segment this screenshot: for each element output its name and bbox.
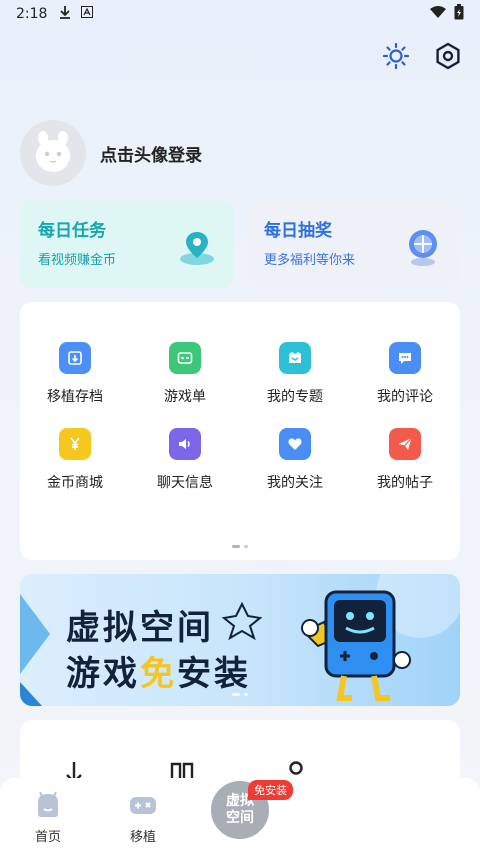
banner-text: 安装 (177, 654, 251, 694)
page-dot-active (232, 693, 240, 696)
battery-icon (454, 4, 464, 24)
profile-section[interactable]: 点击头像登录 (20, 120, 202, 186)
archive-icon (59, 342, 91, 374)
heart-icon (279, 428, 311, 460)
home-icon (38, 791, 58, 817)
page-dot (244, 693, 248, 696)
grid-label: 聊天信息 (157, 475, 213, 491)
grid-label: 我的评论 (377, 389, 433, 405)
grid-item-my-follows[interactable]: 我的关注 (240, 428, 350, 492)
daily-lottery-card[interactable]: 每日抽奖 更多福利等你来 (246, 200, 460, 288)
banner-title-line2: 游戏免安装 (66, 646, 251, 695)
virtual-space-banner[interactable]: 虚拟空间 游戏免安装 (20, 574, 460, 706)
wifi-icon (430, 6, 446, 22)
banner-text: 游戏 (66, 654, 140, 694)
function-grid-card: 移植存档 游戏单 我的专题 我的评论 金币商城 聊天信息 我的关注 我的帖子 (20, 302, 460, 560)
download-icon (59, 5, 71, 23)
grid-item-save-transfer[interactable]: 移植存档 (20, 342, 130, 406)
header-actions (380, 40, 464, 72)
gamepad-icon (130, 797, 156, 814)
a-notification-icon (81, 6, 94, 22)
page-dot-active (232, 545, 240, 548)
grid-label: 我的关注 (267, 475, 323, 491)
avatar-icon (36, 131, 70, 172)
login-prompt[interactable]: 点击头像登录 (100, 141, 202, 166)
coin-icon (59, 428, 91, 460)
status-time: 2:18 (16, 6, 48, 22)
grid-label: 我的帖子 (377, 475, 433, 491)
compass-icon (409, 230, 437, 266)
grid-label: 金币商城 (47, 475, 103, 491)
grid-item-game-list[interactable]: 游戏单 (130, 342, 240, 406)
function-grid: 移植存档 游戏单 我的专题 我的评论 金币商城 聊天信息 我的关注 我的帖子 (20, 302, 460, 492)
tab-port[interactable]: 移植 (113, 790, 173, 845)
topic-icon (279, 342, 311, 374)
grid-item-chat-messages[interactable]: 聊天信息 (130, 428, 240, 492)
gamelist-icon (169, 342, 201, 374)
grid-item-coin-mall[interactable]: 金币商城 (20, 428, 130, 492)
speaker-icon (169, 428, 201, 460)
banner-title-line1: 虚拟空间 (66, 608, 214, 648)
promo-cards: 每日任务 看视频赚金币 每日抽奖 更多福利等你来 (20, 200, 460, 288)
grid-item-my-topics[interactable]: 我的专题 (240, 342, 350, 406)
tab-label: 首页 (34, 830, 61, 845)
avatar[interactable] (20, 120, 86, 186)
install-free-badge: 免安装 (248, 780, 293, 800)
tab-label: 移植 (129, 830, 156, 845)
grid-label: 我的专题 (267, 389, 323, 405)
brightness-icon[interactable] (380, 40, 412, 72)
status-bar: 2:18 (0, 0, 480, 28)
daily-tasks-card[interactable]: 每日任务 看视频赚金币 (20, 200, 234, 288)
grid-label: 移植存档 (47, 389, 103, 405)
send-icon (389, 428, 421, 460)
mascot-icon (301, 590, 411, 701)
grid-label: 游戏单 (164, 389, 206, 405)
page-dot (244, 545, 248, 548)
grid-page-indicator (232, 545, 248, 548)
tab-home[interactable]: 首页 (18, 790, 78, 845)
map-pin-icon (180, 232, 214, 265)
grid-item-my-posts[interactable]: 我的帖子 (350, 428, 460, 492)
banner-page-indicator (232, 693, 248, 696)
settings-icon[interactable] (432, 40, 464, 72)
comment-icon (389, 342, 421, 374)
banner-accent-text: 免 (140, 654, 177, 694)
grid-item-my-comments[interactable]: 我的评论 (350, 342, 460, 406)
